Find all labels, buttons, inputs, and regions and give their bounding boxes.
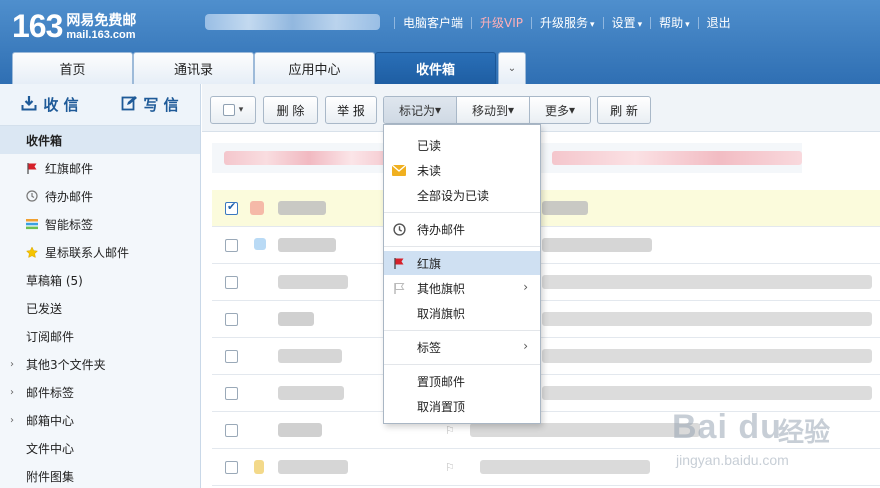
sidebar-item-drafts[interactable]: 草稿箱 (5) xyxy=(0,266,200,294)
watermark: Bai du 经验 jingyan.baidu.com xyxy=(672,402,872,482)
nav-help[interactable]: 帮助 ▾ xyxy=(659,14,690,31)
sidebar-item-mailbox-center[interactable]: › 邮箱中心 xyxy=(0,406,200,434)
chevron-down-icon: ▾ xyxy=(507,103,515,117)
chevron-right-icon: › xyxy=(523,280,528,294)
row-checkbox[interactable] xyxy=(225,239,238,252)
move-to-button[interactable]: 移动到 ▾ xyxy=(457,97,530,123)
logo-number: 163 xyxy=(12,8,63,44)
tab-more-button[interactable]: ⌄ xyxy=(498,52,526,84)
table-row[interactable] xyxy=(212,301,880,338)
menu-item-mark-all-read[interactable]: 全部设为已读 xyxy=(384,183,540,207)
nav-settings[interactable]: 设置 ▾ xyxy=(612,14,643,31)
row-checkbox[interactable] xyxy=(225,276,238,289)
table-row[interactable] xyxy=(212,190,880,227)
menu-item-other-flags[interactable]: 其他旗帜 › xyxy=(384,276,540,300)
chevron-right-icon: › xyxy=(10,386,14,398)
select-all-checkbox[interactable] xyxy=(222,104,235,116)
row-checkbox[interactable] xyxy=(225,424,238,437)
row-checkbox[interactable] xyxy=(225,461,238,474)
sidebar-item-mail-tags[interactable]: › 邮件标签 xyxy=(0,378,200,406)
watermark-logo: Bai du xyxy=(672,408,782,446)
mail-toolbar: ▾ 删 除 举 报 标记为 ▾ 移动到 ▾ 更多 ▾ 刷 新 xyxy=(202,84,880,132)
menu-item-unread[interactable]: 未读 xyxy=(384,158,540,182)
nav-upgrade-service[interactable]: 升级服务 ▾ xyxy=(540,14,595,31)
mark-as-button[interactable]: 标记为 ▾ xyxy=(384,97,457,123)
menu-item-clear-flag[interactable]: 取消旗帜 xyxy=(384,301,540,325)
sidebar-item-subscriptions[interactable]: 订阅邮件 xyxy=(0,322,200,350)
delete-button[interactable]: 删 除 xyxy=(263,96,318,124)
red-flag-icon xyxy=(26,162,38,174)
sidebar-item-inbox[interactable]: 收件箱 xyxy=(0,126,200,154)
report-button[interactable]: 举 报 xyxy=(325,96,377,124)
nav-logout[interactable]: 退出 xyxy=(707,14,731,31)
menu-item-red-flag[interactable]: 红旗 xyxy=(384,251,540,275)
menu-item-tags[interactable]: 标签 › xyxy=(384,335,540,359)
row-checkbox[interactable] xyxy=(225,313,238,326)
row-checkbox[interactable] xyxy=(225,387,238,400)
star-icon xyxy=(26,245,38,258)
sidebar: 收 信 写 信 收件箱 红旗邮件 待办邮件 智能标签 星标联系人邮件 草稿箱 (… xyxy=(0,84,201,488)
sidebar-item-smart-tags[interactable]: 智能标签 xyxy=(0,210,200,238)
sidebar-item-sent[interactable]: 已发送 xyxy=(0,294,200,322)
chevron-down-icon: ▾ xyxy=(434,103,442,117)
tab-inbox[interactable]: 收件箱 xyxy=(375,52,496,84)
sidebar-item-todo[interactable]: 待办邮件 xyxy=(0,182,200,210)
flag-outline-icon[interactable]: ⚐ xyxy=(445,461,455,474)
chevron-down-icon: ▾ xyxy=(685,20,690,30)
app-header: 163 网易免费邮 mail.163.com 电脑客户端 升级VIP 升级服务 ▾… xyxy=(0,0,880,84)
receive-mail-button[interactable]: 收 信 xyxy=(0,94,100,115)
chevron-down-icon: ▾ xyxy=(568,103,576,117)
chevron-right-icon: › xyxy=(10,414,14,426)
top-nav: 电脑客户端 升级VIP 升级服务 ▾ 设置 ▾ 帮助 ▾ 退出 xyxy=(386,14,731,31)
sidebar-item-attachments[interactable]: 附件图集 xyxy=(0,462,200,488)
watermark-text: 经验 xyxy=(778,418,831,448)
nav-upgrade-vip[interactable]: 升级VIP xyxy=(480,14,523,31)
table-row[interactable] xyxy=(212,338,880,375)
select-all-dropdown[interactable]: ▾ xyxy=(210,96,256,124)
menu-item-pin[interactable]: 置顶邮件 xyxy=(384,369,540,393)
sidebar-item-red-flag[interactable]: 红旗邮件 xyxy=(0,154,200,182)
mark-move-more-group: 标记为 ▾ 移动到 ▾ 更多 ▾ xyxy=(383,96,591,124)
row-checkbox[interactable] xyxy=(225,350,238,363)
logo[interactable]: 163 网易免费邮 mail.163.com xyxy=(12,10,136,42)
mark-as-menu: 已读 未读 全部设为已读 待办邮件 红旗 其他旗帜 › 取消旗帜 标签 › 置顶… xyxy=(383,124,541,424)
table-row[interactable] xyxy=(212,227,880,264)
tag-icon xyxy=(26,218,38,230)
clock-icon xyxy=(392,222,406,236)
menu-item-read[interactable]: 已读 xyxy=(384,133,540,157)
download-icon xyxy=(21,95,37,115)
logo-name: 网易免费邮 xyxy=(66,13,137,29)
table-row[interactable] xyxy=(212,264,880,301)
chevron-down-icon: ⌄ xyxy=(507,63,517,74)
sidebar-item-starred-contacts[interactable]: 星标联系人邮件 xyxy=(0,238,200,266)
chevron-down-icon: ▾ xyxy=(238,105,244,115)
chevron-down-icon: ▾ xyxy=(637,20,643,30)
chevron-right-icon: › xyxy=(10,358,14,370)
tab-contacts[interactable]: 通讯录 xyxy=(133,52,254,84)
flag-outline-icon[interactable]: ⚐ xyxy=(445,424,455,437)
nav-desktop-client[interactable]: 电脑客户端 xyxy=(403,14,463,31)
clock-icon xyxy=(26,190,38,202)
red-flag-icon xyxy=(392,256,406,270)
row-checkbox[interactable] xyxy=(225,200,238,215)
envelope-icon xyxy=(392,163,406,177)
main-tabs: 首页 通讯录 应用中心 收件箱 ⌄ xyxy=(12,52,526,84)
sidebar-item-file-center[interactable]: 文件中心 xyxy=(0,434,200,462)
sidebar-item-other-folders[interactable]: › 其他3个文件夹 xyxy=(0,350,200,378)
more-button[interactable]: 更多 ▾ xyxy=(530,97,590,123)
compose-mail-button[interactable]: 写 信 xyxy=(100,94,200,115)
chevron-down-icon: ▾ xyxy=(590,20,595,30)
grey-flag-icon xyxy=(392,281,406,295)
watermark-url: jingyan.baidu.com xyxy=(676,452,789,468)
refresh-button[interactable]: 刷 新 xyxy=(597,96,651,124)
edit-icon xyxy=(121,95,138,115)
menu-item-todo[interactable]: 待办邮件 xyxy=(384,217,540,241)
tab-app-center[interactable]: 应用中心 xyxy=(254,52,375,84)
chevron-right-icon: › xyxy=(523,339,528,353)
menu-item-unpin[interactable]: 取消置顶 xyxy=(384,394,540,418)
account-name-blurred[interactable] xyxy=(205,14,380,30)
logo-domain: mail.163.com xyxy=(66,29,136,41)
tab-home[interactable]: 首页 xyxy=(12,52,133,84)
